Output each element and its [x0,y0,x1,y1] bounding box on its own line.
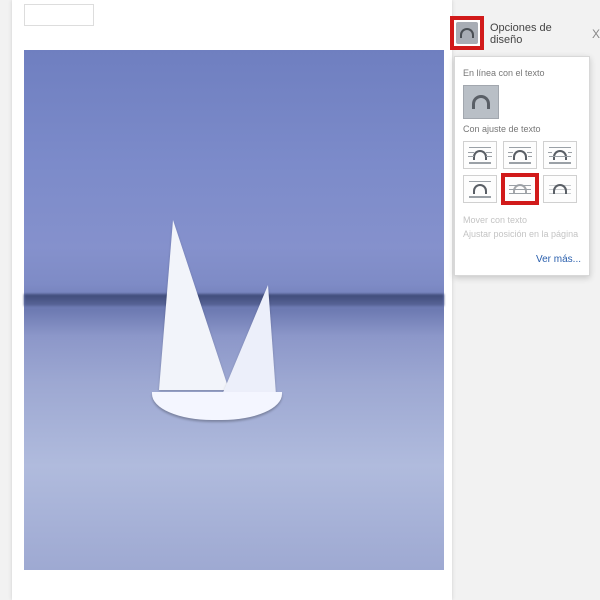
see-more-link[interactable]: Ver más... [463,254,581,265]
wrap-option-tight[interactable] [503,141,537,169]
layout-options-icon [456,22,478,44]
wrap-option-inline[interactable] [463,85,499,119]
layout-options-button[interactable] [450,16,484,50]
section-inline-label: En línea con el texto [463,69,581,79]
wrap-inline-icon [468,92,494,112]
move-with-text-option: Mover con texto [463,213,581,227]
wrap-option-square[interactable] [463,141,497,169]
wrap-front-icon [547,179,573,199]
picture-sail [159,220,229,390]
picture-sail [222,285,276,395]
wrap-option-through[interactable] [543,141,577,169]
layout-options-panel: En línea con el texto Con ajuste de text… [454,56,590,276]
disabled-options: Mover con texto Ajustar posición en la p… [463,213,581,242]
wrap-option-in-front[interactable] [543,175,577,203]
close-icon[interactable]: X [592,27,600,41]
layout-panel-title: Opciones de diseño [490,22,570,46]
wrap-tight-icon [507,145,533,165]
wrap-behind-icon [507,179,533,199]
wrap-topbottom-icon [467,179,493,199]
wrap-option-behind-text[interactable] [503,175,537,203]
ruler-segment [24,4,94,26]
inserted-picture[interactable] [24,50,444,570]
wrap-through-icon [547,145,573,165]
wrap-option-top-bottom[interactable] [463,175,497,203]
fix-position-option: Ajustar posición en la página [463,227,581,241]
wrap-square-icon [467,145,493,165]
layout-panel-header: Opciones de diseño X [490,22,600,46]
picture-hull [152,392,282,420]
section-wrap-label: Con ajuste de texto [463,125,581,135]
